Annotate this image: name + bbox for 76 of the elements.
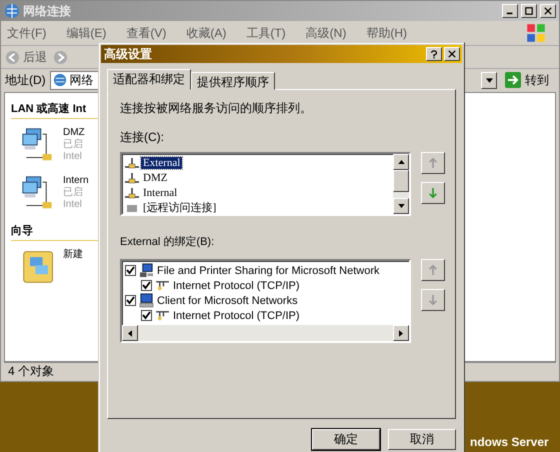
minimize-button[interactable] [502,4,518,18]
help-button[interactable] [426,47,442,61]
checkbox[interactable] [125,265,136,276]
binding-item[interactable]: Internet Protocol (TCP/IP) [173,310,300,322]
bindings-label: External 的绑定(B): [120,234,216,249]
globe-icon [52,73,67,87]
move-up-button[interactable] [421,152,445,174]
back-button[interactable]: 后退 [5,48,47,66]
description-text: 连接按被网络服务访问的顺序排列。 [120,100,313,117]
move-down-button[interactable] [421,289,445,311]
down-arrow-icon [428,187,438,199]
connection-list-item[interactable]: Internal [124,185,391,200]
device-name: Intel [63,151,83,163]
close-icon [544,7,552,15]
windows-logo-icon [525,22,547,44]
window-title: 网络连接 [23,2,71,20]
menu-item[interactable]: 查看(V) [126,24,166,42]
protocol-icon [155,310,170,321]
checkbox[interactable] [141,280,152,291]
tab[interactable]: 提供程序顺序 [191,72,275,90]
desktop-text: ndows Server [470,435,549,449]
up-arrow-icon [428,264,438,276]
dropdown-button[interactable] [481,72,497,88]
dialog-title: 高级设置 [104,46,152,62]
vertical-scrollbar[interactable] [393,154,409,214]
connections-label: 连接(C): [120,129,165,146]
caret-icon [486,78,492,82]
dialog-button[interactable]: 取消 [388,429,456,450]
arrow-icon [505,72,521,88]
device-name: Intel [63,199,83,211]
down-arrow-icon [428,294,438,306]
connection-list-item[interactable]: External [124,155,391,170]
binding-item[interactable]: Internet Protocol (TCP/IP) [173,280,300,292]
close-button[interactable] [444,47,460,61]
close-icon [448,50,456,58]
horizontal-scrollbar[interactable] [122,325,409,341]
connection-status: 已启 [63,139,84,151]
connection-name: DMZ [63,127,85,138]
computer-sharing-icon [139,263,154,278]
address-label: 地址(D) [5,72,46,88]
up-arrow-icon [428,157,438,169]
scroll-left-icon [128,330,132,336]
connection-status: 已启 [63,187,84,199]
object-count: 4 个对象 [8,362,54,380]
go-button[interactable]: 转到 [505,72,555,88]
scroll-right-icon [399,330,403,336]
maximize-button[interactable] [521,4,537,18]
checkbox[interactable] [141,310,152,321]
question-mark-icon [430,50,438,58]
tab[interactable]: 适配器和绑定 [107,69,191,90]
menu-item[interactable]: 编辑(E) [66,24,106,42]
menu-item[interactable]: 高级(N) [306,24,346,42]
connection-name: Intern [63,175,89,186]
dialog-button[interactable]: 确定 [312,429,380,450]
maximize-icon [525,7,533,15]
move-up-button[interactable] [421,259,445,281]
computer-icon [139,293,154,308]
menu-item[interactable]: 文件(F) [7,24,46,42]
globe-icon [4,3,20,19]
network-adapter-icon [124,186,140,198]
network-adapter-icon [124,156,140,168]
connection-name: 新建 [63,249,83,261]
menu-item[interactable]: 帮助(H) [366,24,407,42]
scroll-up-icon [398,160,404,164]
connection-list-item[interactable]: [远程访问连接] [124,200,391,214]
protocol-icon [155,280,170,291]
scroll-down-icon [398,204,404,208]
connection-list-item[interactable]: DMZ [124,170,391,185]
move-down-button[interactable] [421,182,445,204]
menu-item[interactable]: 收藏(A) [186,24,226,42]
menu-item[interactable]: 工具(T) [246,24,286,42]
close-button[interactable] [540,4,556,18]
binding-item[interactable]: File and Printer Sharing for Microsoft Network [157,264,380,276]
binding-item[interactable]: Client for Microsoft Networks [157,294,298,306]
checkbox[interactable] [125,295,136,306]
network-adapter-icon [124,172,140,184]
